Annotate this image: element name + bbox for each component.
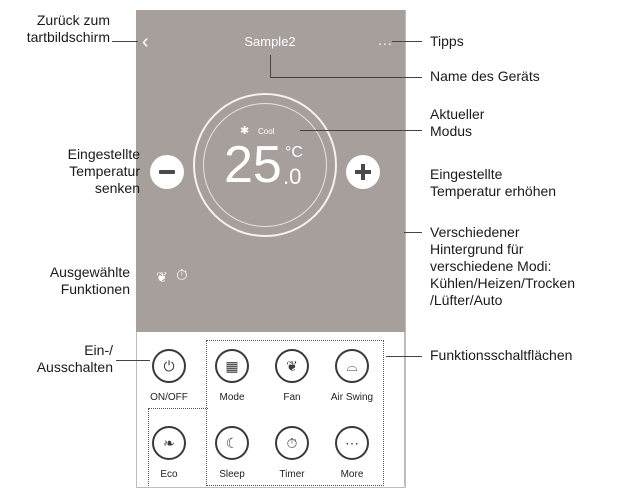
annotation-onoff-line1: Ein-/ bbox=[84, 342, 113, 358]
annotation-temp-up-line1: Eingestellte bbox=[430, 166, 503, 182]
annotation-bg-line1: Verschiedener bbox=[430, 224, 520, 240]
annotation-back: Zurück zum tartbildschirm bbox=[0, 12, 110, 46]
mode-grid-icon[interactable]: ▦ bbox=[215, 349, 249, 383]
annotation-temp-up: Eingestellte Temperatur erhöhen bbox=[430, 166, 556, 200]
fan-label: Fan bbox=[283, 392, 301, 403]
annotation-bg-leader bbox=[404, 232, 422, 233]
selected-fan-icon: ❦ bbox=[156, 269, 168, 285]
annotation-selected-line1: Ausgewählte bbox=[49, 264, 130, 280]
leaf-icon[interactable]: ❧ bbox=[152, 426, 186, 460]
annotation-temp-down: Eingestellte Temperatur senken bbox=[0, 146, 140, 197]
more-icon[interactable]: ⋯ bbox=[335, 426, 369, 460]
more-label: More bbox=[340, 469, 364, 480]
annotation-mode-leader bbox=[300, 130, 422, 131]
temperature-up-button[interactable] bbox=[346, 155, 380, 189]
sleep-label: Sleep bbox=[219, 469, 245, 480]
annotation-current-mode-line1: Aktueller bbox=[430, 106, 485, 122]
tips-dots-icon[interactable]: ... bbox=[378, 32, 393, 48]
power-icon[interactable]: ⏻ bbox=[152, 349, 186, 383]
air-swing-icon[interactable]: ⌓ bbox=[335, 349, 369, 383]
air-swing-label: Air Swing bbox=[330, 392, 374, 403]
annotation-onoff-leader bbox=[116, 360, 150, 361]
annotation-bg-line3: verschiedene Modi: bbox=[430, 258, 552, 274]
annotation-onoff-line2: Ausschalten bbox=[36, 359, 113, 375]
timer-label: Timer bbox=[279, 469, 305, 480]
device-name: Sample2 bbox=[244, 34, 296, 49]
timer-icon[interactable]: ⏱ bbox=[275, 426, 309, 460]
current-mode-label: Cool bbox=[258, 127, 275, 136]
selected-timer-icon: ⏱ bbox=[176, 267, 188, 284]
annotation-device-name: Name des Geräts bbox=[430, 68, 540, 84]
annotation-temp-down-line2: Temperatur bbox=[69, 163, 140, 179]
annotation-temp-up-line2: Temperatur erhöhen bbox=[430, 183, 557, 199]
moon-icon[interactable]: ☾ bbox=[215, 426, 249, 460]
fan-icon[interactable]: ❦ bbox=[275, 349, 309, 383]
annotation-back-line2: tartbildschirm bbox=[26, 29, 110, 45]
annotation-name-leader-h bbox=[270, 77, 422, 78]
temperature-value: 25 bbox=[224, 136, 282, 194]
annotation-name-leader-v bbox=[270, 55, 271, 77]
annotation-background: Verschiedener Hintergrund für verschiede… bbox=[430, 224, 575, 309]
annotation-current-mode: Aktueller Modus bbox=[430, 106, 484, 140]
annotation-temp-down-line1: Eingestellte bbox=[67, 146, 140, 162]
temperature-decimal: .0 bbox=[283, 164, 302, 189]
annotation-function-buttons: Funktionsschaltflächen bbox=[430, 347, 573, 363]
back-arrow-icon[interactable]: ‹ bbox=[142, 32, 158, 52]
onoff-label: ON/OFF bbox=[150, 392, 188, 403]
annotation-current-mode-line2: Modus bbox=[430, 123, 473, 139]
annotation-selected-line2: Funktionen bbox=[60, 281, 130, 297]
annotation-functions-leader bbox=[386, 356, 422, 357]
annotation-bg-line5: /Lüfter/Auto bbox=[430, 292, 503, 308]
annotation-bg-line4: Kühlen/Heizen/Trocken bbox=[430, 275, 576, 291]
temperature-unit: °C bbox=[285, 144, 303, 161]
annotation-bg-line2: Hintergrund für bbox=[430, 241, 524, 257]
annotation-tips-leader bbox=[392, 41, 422, 42]
annotation-temp-down-line3: senken bbox=[94, 180, 140, 196]
annotation-onoff: Ein-/ Ausschalten bbox=[0, 342, 113, 376]
mode-label: Mode bbox=[219, 392, 245, 403]
temperature-down-button[interactable] bbox=[150, 155, 184, 189]
annotation-back-leader bbox=[112, 41, 138, 42]
annotation-tips: Tipps bbox=[430, 33, 464, 49]
annotation-back-line1: Zurück zum bbox=[36, 12, 110, 28]
eco-label: Eco bbox=[160, 469, 178, 480]
annotation-selected: Ausgewählte Funktionen bbox=[0, 264, 130, 298]
